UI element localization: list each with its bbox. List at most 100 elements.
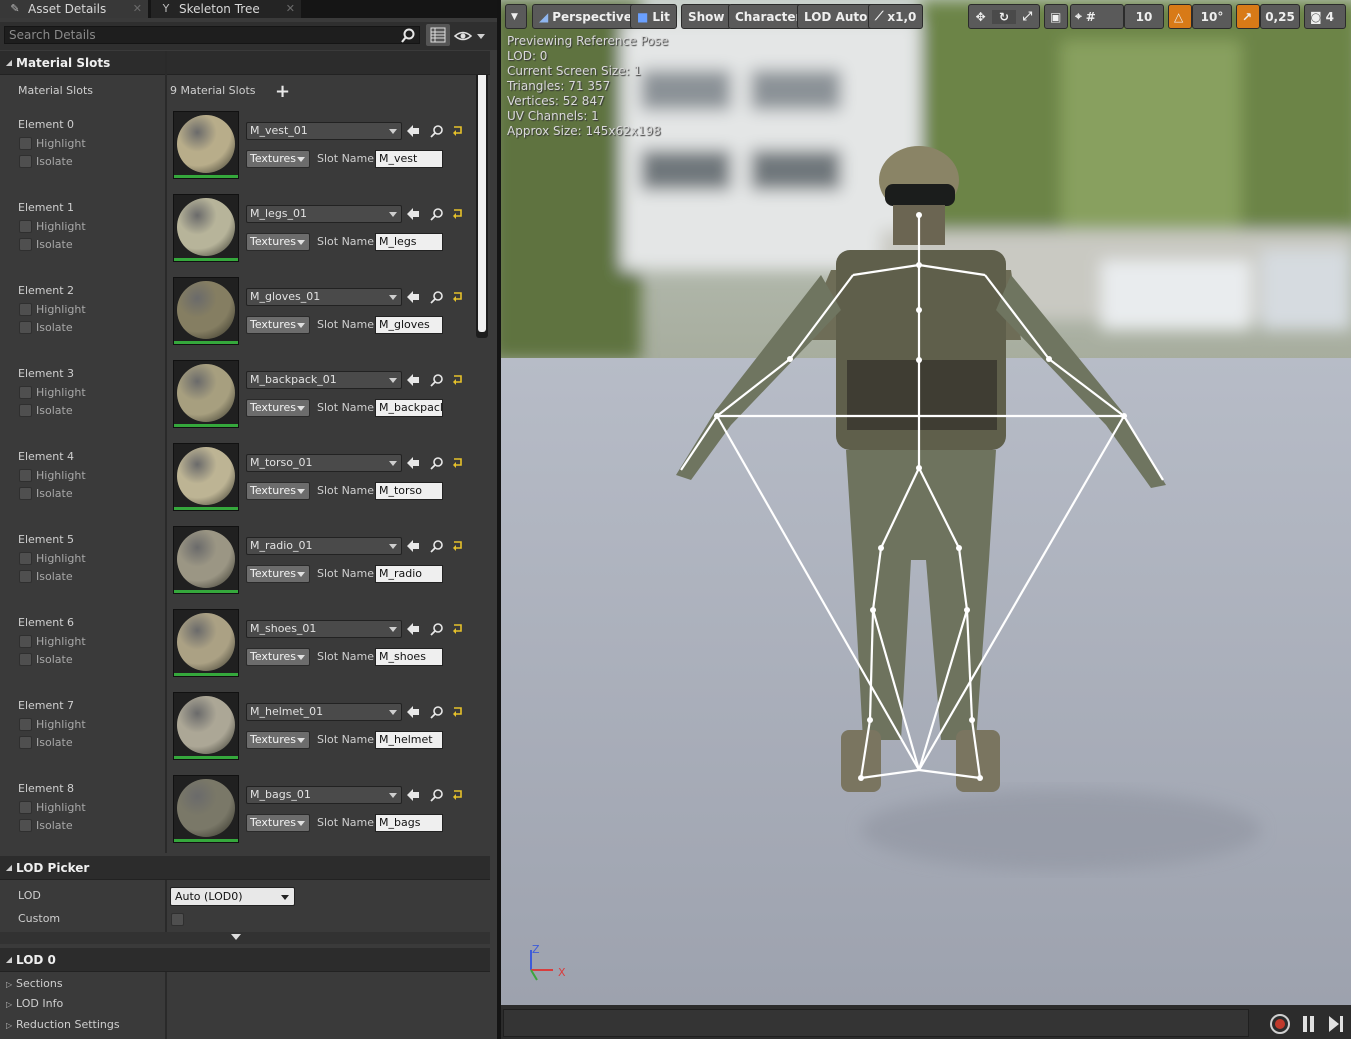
lit-button[interactable]: ■ Lit	[630, 4, 677, 29]
rotation-snap-value[interactable]: 10°	[1192, 4, 1232, 29]
isolate-checkbox[interactable]	[19, 819, 32, 832]
material-combo[interactable]: M_vest_01	[246, 122, 402, 140]
reset-arrow-icon[interactable]	[451, 705, 465, 719]
highlight-checkbox[interactable]	[19, 303, 32, 316]
material-thumbnail[interactable]	[173, 443, 239, 511]
isolate-checkbox[interactable]	[19, 736, 32, 749]
view-options-button[interactable]	[453, 28, 489, 44]
material-combo[interactable]: M_backpack_01	[246, 371, 402, 389]
isolate-checkbox[interactable]	[19, 404, 32, 417]
timeline-track[interactable]	[503, 1009, 1249, 1037]
slot-name-field[interactable]: M_shoes	[375, 648, 443, 666]
reset-arrow-icon[interactable]	[451, 290, 465, 304]
scale-snap-toggle[interactable]: ↗	[1236, 4, 1260, 29]
lod0-header[interactable]: ◢ LOD 0	[0, 948, 490, 972]
viewport-options-button[interactable]: ▼	[505, 4, 527, 29]
lod0-sections[interactable]: ▷ Sections	[6, 977, 63, 990]
scrollbar-thumb[interactable]	[478, 54, 486, 332]
use-selected-icon[interactable]	[406, 124, 420, 138]
textures-button[interactable]: Textures	[246, 482, 310, 500]
playback-speed-button[interactable]: ⟋ x1,0	[868, 4, 924, 29]
browse-icon[interactable]	[430, 456, 444, 470]
material-combo[interactable]: M_shoes_01	[246, 620, 402, 638]
grid-snap-button[interactable]: ⌖ #	[1070, 4, 1124, 29]
browse-icon[interactable]	[430, 539, 444, 553]
close-icon[interactable]: ✕	[286, 2, 295, 15]
isolate-checkbox[interactable]	[19, 487, 32, 500]
highlight-checkbox[interactable]	[19, 801, 32, 814]
property-matrix-button[interactable]	[426, 24, 450, 46]
reset-arrow-icon[interactable]	[451, 539, 465, 553]
use-selected-icon[interactable]	[406, 373, 420, 387]
reset-arrow-icon[interactable]	[451, 207, 465, 221]
tab-asset-details[interactable]: ✎ Asset Details ✕	[0, 0, 148, 18]
material-thumbnail[interactable]	[173, 775, 239, 843]
highlight-checkbox[interactable]	[19, 386, 32, 399]
material-thumbnail[interactable]	[173, 277, 239, 345]
advanced-expander[interactable]	[0, 932, 490, 944]
search-icon[interactable]	[399, 28, 417, 44]
reset-arrow-icon[interactable]	[451, 124, 465, 138]
lod-dropdown[interactable]: Auto (LOD0)	[170, 887, 295, 906]
close-icon[interactable]: ✕	[133, 2, 142, 15]
highlight-checkbox[interactable]	[19, 220, 32, 233]
highlight-checkbox[interactable]	[19, 469, 32, 482]
textures-button[interactable]: Textures	[246, 648, 310, 666]
reset-arrow-icon[interactable]	[451, 456, 465, 470]
reset-arrow-icon[interactable]	[451, 622, 465, 636]
textures-button[interactable]: Textures	[246, 399, 310, 417]
slot-name-field[interactable]: M_bags	[375, 814, 443, 832]
highlight-checkbox[interactable]	[19, 635, 32, 648]
local-world-button[interactable]: ▣	[1044, 4, 1068, 29]
use-selected-icon[interactable]	[406, 622, 420, 636]
material-thumbnail[interactable]	[173, 609, 239, 677]
slot-name-field[interactable]: M_gloves	[375, 316, 443, 334]
isolate-checkbox[interactable]	[19, 238, 32, 251]
browse-icon[interactable]	[430, 373, 444, 387]
browse-icon[interactable]	[430, 207, 444, 221]
material-thumbnail[interactable]	[173, 111, 239, 179]
isolate-checkbox[interactable]	[19, 570, 32, 583]
use-selected-icon[interactable]	[406, 456, 420, 470]
camera-speed-button[interactable]: ◙ 4	[1304, 4, 1346, 29]
material-combo[interactable]: M_torso_01	[246, 454, 402, 472]
isolate-checkbox[interactable]	[19, 155, 32, 168]
scale-snap-value[interactable]: 0,25	[1260, 4, 1300, 29]
browse-icon[interactable]	[430, 788, 444, 802]
perspective-button[interactable]: ◢ Perspective	[532, 4, 639, 29]
use-selected-icon[interactable]	[406, 705, 420, 719]
material-combo[interactable]: M_radio_01	[246, 537, 402, 555]
material-thumbnail[interactable]	[173, 692, 239, 760]
lod-auto-button[interactable]: LOD Auto	[797, 4, 875, 29]
reset-arrow-icon[interactable]	[451, 373, 465, 387]
custom-checkbox[interactable]	[171, 913, 184, 926]
textures-button[interactable]: Textures	[246, 814, 310, 832]
slot-name-field[interactable]: M_legs	[375, 233, 443, 251]
record-icon[interactable]	[1269, 1013, 1293, 1035]
lod0-reduction-settings[interactable]: ▷ Reduction Settings	[6, 1018, 120, 1031]
show-button[interactable]: Show	[681, 4, 732, 29]
slot-name-field[interactable]: M_torso	[375, 482, 443, 500]
isolate-checkbox[interactable]	[19, 653, 32, 666]
material-slots-header[interactable]: ◢ Material Slots	[0, 51, 490, 75]
textures-button[interactable]: Textures	[246, 150, 310, 168]
viewport[interactable]: Z X ▼ ◢ Perspective ■ Lit Show Character…	[501, 0, 1351, 1039]
lod-picker-header[interactable]: ◢ LOD Picker	[0, 856, 490, 880]
material-combo[interactable]: M_helmet_01	[246, 703, 402, 721]
reset-arrow-icon[interactable]	[451, 788, 465, 802]
use-selected-icon[interactable]	[406, 290, 420, 304]
slot-name-field[interactable]: M_vest	[375, 150, 443, 168]
add-slot-icon[interactable]: +	[275, 81, 290, 102]
lod0-lod-info[interactable]: ▷ LOD Info	[6, 997, 63, 1010]
browse-icon[interactable]	[430, 622, 444, 636]
use-selected-icon[interactable]	[406, 788, 420, 802]
textures-button[interactable]: Textures	[246, 731, 310, 749]
highlight-checkbox[interactable]	[19, 552, 32, 565]
use-selected-icon[interactable]	[406, 539, 420, 553]
highlight-checkbox[interactable]	[19, 137, 32, 150]
material-thumbnail[interactable]	[173, 194, 239, 262]
rotate-icon[interactable]: ↻	[992, 9, 1016, 24]
textures-button[interactable]: Textures	[246, 316, 310, 334]
use-selected-icon[interactable]	[406, 207, 420, 221]
material-combo[interactable]: M_legs_01	[246, 205, 402, 223]
